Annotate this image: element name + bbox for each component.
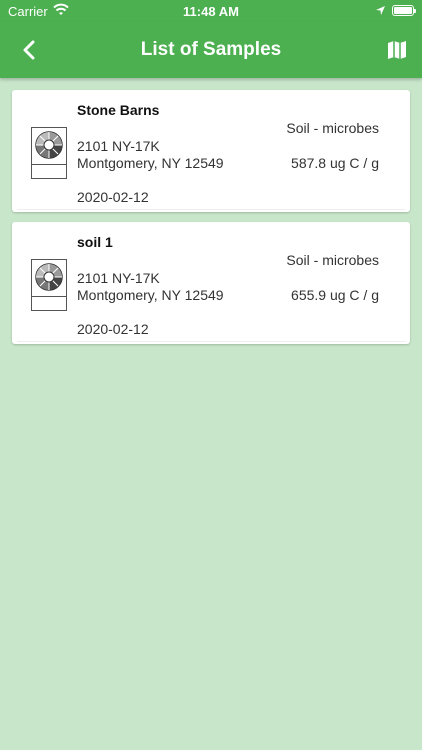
status-bar: Carrier 11:48 AM <box>0 0 422 22</box>
sample-date: 2020-02-12 <box>77 321 149 337</box>
location-arrow-icon <box>375 4 386 19</box>
address-line2: Montgomery, NY 12549 <box>77 287 224 303</box>
nav-bar: List of Samples <box>0 22 422 78</box>
map-button[interactable] <box>386 39 408 61</box>
clock: 11:48 AM <box>183 4 239 19</box>
sample-name: soil 1 <box>77 234 113 250</box>
sample-value: 655.9 ug C / g <box>291 287 379 303</box>
sample-list: Stone Barns Soil - microbes 2101 NY-17K … <box>12 90 410 354</box>
sample-value: 587.8 ug C / g <box>291 155 379 171</box>
sample-wheel-icon <box>35 263 63 291</box>
sample-thumbnail <box>31 259 67 311</box>
sample-name: Stone Barns <box>77 102 160 118</box>
sample-thumbnail <box>31 127 67 179</box>
address-line1: 2101 NY-17K <box>77 138 160 154</box>
address-line1: 2101 NY-17K <box>77 270 160 286</box>
address-line2: Montgomery, NY 12549 <box>77 155 224 171</box>
sample-date: 2020-02-12 <box>77 189 149 205</box>
sample-type: Soil - microbes <box>286 120 379 136</box>
map-icon <box>388 41 406 59</box>
sample-card[interactable]: Stone Barns Soil - microbes 2101 NY-17K … <box>12 90 410 212</box>
battery-icon <box>392 5 416 16</box>
sample-wheel-icon <box>35 131 63 159</box>
sample-type: Soil - microbes <box>286 252 379 268</box>
page-title: List of Samples <box>140 39 282 60</box>
sample-card[interactable]: soil 1 Soil - microbes 2101 NY-17K Montg… <box>12 222 410 344</box>
